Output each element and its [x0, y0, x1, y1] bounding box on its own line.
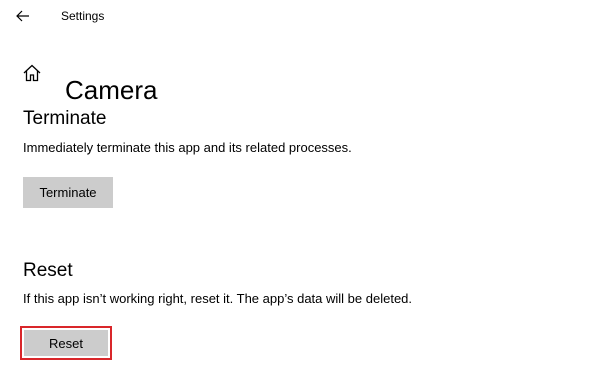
terminate-heading: Terminate [23, 108, 107, 129]
terminate-description: Immediately terminate this app and its r… [23, 140, 352, 155]
terminate-button[interactable]: Terminate [23, 177, 113, 208]
page-title: Camera [65, 75, 158, 106]
back-arrow-icon [16, 10, 29, 22]
reset-heading: Reset [23, 260, 73, 281]
reset-description: If this app isn’t working right, reset i… [23, 291, 413, 306]
home-icon[interactable] [22, 63, 42, 83]
back-button[interactable] [12, 6, 34, 26]
title-bar: Settings [0, 0, 609, 32]
reset-button[interactable]: Reset [24, 330, 108, 356]
window-title: Settings [61, 9, 105, 23]
